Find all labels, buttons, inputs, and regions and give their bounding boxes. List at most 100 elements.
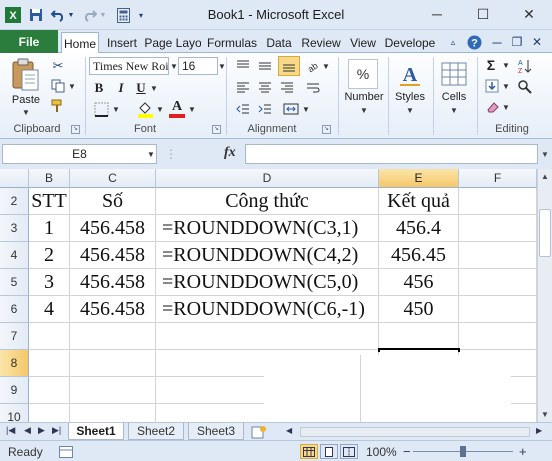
align-left-icon[interactable] [234, 80, 252, 96]
align-right-icon[interactable] [278, 80, 296, 96]
underline-button[interactable]: U [134, 80, 148, 96]
paste-label[interactable]: Paste [8, 94, 44, 106]
cell-f2[interactable] [459, 188, 537, 215]
scroll-down-button[interactable]: ▼ [538, 407, 552, 421]
cell-e4[interactable]: 456.45 [379, 242, 459, 269]
formula-bar-resize-handle[interactable]: ⋮ [164, 146, 178, 162]
tab-formulas[interactable]: Formulas [204, 32, 260, 53]
paste-icon[interactable] [8, 57, 42, 93]
fill-icon[interactable] [484, 78, 500, 94]
vertical-scroll-thumb[interactable] [539, 209, 551, 257]
insert-function-icon[interactable]: fx [224, 145, 236, 161]
expand-formula-bar-icon[interactable]: ▼ [539, 147, 551, 161]
column-header-e[interactable]: E [379, 169, 459, 188]
sheet-tab-sheet3[interactable]: Sheet3 [188, 423, 244, 440]
tab-developer[interactable]: Develope [382, 32, 438, 53]
column-header-b[interactable]: B [29, 169, 70, 188]
fill-dropdown-icon[interactable]: ▼ [502, 82, 510, 91]
next-sheet-icon[interactable]: ▶ [38, 425, 45, 436]
cell-b8[interactable] [29, 350, 70, 377]
first-sheet-icon[interactable]: |◀ [6, 425, 15, 436]
cell-c10[interactable] [70, 404, 156, 422]
styles-label[interactable]: Styles [390, 91, 430, 103]
workbook-restore-button[interactable]: ❐ [510, 33, 524, 51]
cell-c6[interactable]: 456.458 [70, 296, 156, 323]
styles-dropdown-icon[interactable]: ▼ [406, 106, 414, 115]
cut-icon[interactable]: ✂ [50, 58, 66, 74]
help-icon[interactable]: ? [466, 33, 482, 51]
row-header-8[interactable]: 8 [0, 350, 29, 377]
tab-file[interactable]: File [0, 30, 58, 53]
cell-f3[interactable] [459, 215, 537, 242]
row-header-6[interactable]: 6 [0, 296, 29, 323]
cell-c4[interactable]: 456.458 [70, 242, 156, 269]
copy-dropdown-icon[interactable]: ▼ [68, 82, 76, 91]
horizontal-scrollbar[interactable] [300, 427, 530, 437]
number-dropdown-icon[interactable]: ▼ [360, 106, 368, 115]
cell-b5[interactable]: 3 [29, 269, 70, 296]
cell-b6[interactable]: 4 [29, 296, 70, 323]
worksheet-grid[interactable]: B C D E F 2 3 4 5 6 7 8 9 10 STT Số Công… [0, 169, 537, 422]
fill-color-icon[interactable] [136, 99, 154, 119]
scroll-right-button[interactable]: ▶ [536, 426, 542, 435]
increase-indent-icon[interactable] [256, 101, 274, 117]
tab-view[interactable]: View [347, 32, 379, 53]
cell-c3[interactable]: 456.458 [70, 215, 156, 242]
align-middle-icon[interactable] [256, 58, 274, 74]
merge-center-icon[interactable] [282, 101, 300, 117]
cells-label[interactable]: Cells [435, 91, 473, 103]
normal-view-button[interactable] [300, 444, 318, 459]
insert-sheet-icon[interactable] [250, 424, 268, 439]
row-header-2[interactable]: 2 [0, 188, 29, 215]
name-box[interactable]: E8 [2, 144, 157, 164]
align-center-icon[interactable] [256, 80, 274, 96]
styles-icon[interactable]: A [395, 59, 425, 89]
font-size-dropdown-icon[interactable]: ▼ [218, 62, 226, 71]
minimize-button[interactable]: ─ [422, 4, 452, 24]
scroll-up-button[interactable]: ▲ [538, 169, 552, 183]
font-name-input[interactable]: Times New Roi [89, 57, 169, 75]
format-painter-icon[interactable] [50, 98, 66, 114]
decrease-indent-icon[interactable] [234, 101, 252, 117]
row-header-5[interactable]: 5 [0, 269, 29, 296]
cell-c2[interactable]: Số [70, 188, 156, 215]
merge-dropdown-icon[interactable]: ▼ [302, 105, 310, 114]
name-box-dropdown-icon[interactable]: ▼ [147, 150, 155, 159]
bold-button[interactable]: B [92, 80, 106, 96]
cell-c8[interactable] [70, 350, 156, 377]
workbook-minimize-button[interactable]: ─ [490, 33, 504, 51]
cell-b2[interactable]: STT [29, 188, 70, 215]
borders-icon[interactable] [92, 101, 110, 117]
cell-d4[interactable]: =ROUNDDOWN(C4,2) [156, 242, 379, 269]
paste-dropdown-icon[interactable]: ▼ [22, 108, 30, 117]
zoom-out-button[interactable]: − [403, 444, 411, 459]
column-header-c[interactable]: C [70, 169, 156, 188]
sheet-tab-sheet2[interactable]: Sheet2 [128, 423, 184, 440]
cell-f5[interactable] [459, 269, 537, 296]
cell-c7[interactable] [70, 323, 156, 350]
align-bottom-icon[interactable] [278, 56, 300, 76]
minimize-ribbon-icon[interactable]: ▵ [446, 33, 460, 51]
tab-page-layout[interactable]: Page Layo [145, 32, 201, 53]
font-color-icon[interactable]: A [168, 99, 186, 119]
formula-input[interactable] [245, 144, 538, 164]
page-layout-view-button[interactable] [320, 444, 338, 459]
cell-c5[interactable]: 456.458 [70, 269, 156, 296]
row-header-4[interactable]: 4 [0, 242, 29, 269]
tab-review[interactable]: Review [298, 32, 344, 53]
select-all-corner[interactable] [0, 169, 29, 188]
cell-e6[interactable]: 450 [379, 296, 459, 323]
copy-icon[interactable] [50, 78, 66, 94]
cell-f4[interactable] [459, 242, 537, 269]
alignment-dialog-launcher[interactable]: ↘ [322, 125, 331, 134]
vertical-scrollbar[interactable]: ▲ ▼ [537, 169, 552, 422]
cell-d5[interactable]: =ROUNDDOWN(C5,0) [156, 269, 379, 296]
row-header-7[interactable]: 7 [0, 323, 29, 350]
wrap-text-icon[interactable] [304, 80, 322, 96]
italic-button[interactable]: I [114, 80, 128, 96]
clipboard-dialog-launcher[interactable]: ↘ [71, 125, 80, 134]
cell-d7[interactable] [156, 323, 379, 350]
autosum-dropdown-icon[interactable]: ▼ [502, 61, 510, 70]
font-color-dropdown-icon[interactable]: ▼ [188, 105, 196, 114]
fill-color-dropdown-icon[interactable]: ▼ [156, 105, 164, 114]
